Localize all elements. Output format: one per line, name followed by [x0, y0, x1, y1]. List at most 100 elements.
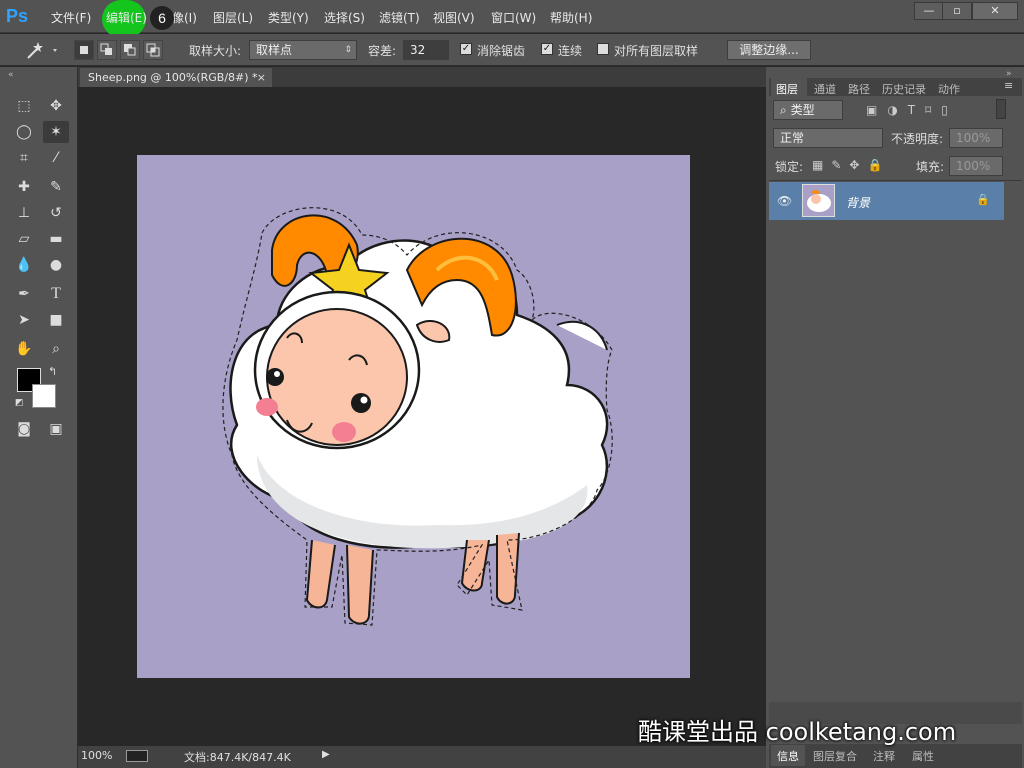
healing-brush-tool-icon[interactable]: ✚	[11, 176, 37, 198]
menu-view[interactable]: 视图(V)	[433, 9, 475, 26]
quick-mask-icon[interactable]: ◙	[11, 418, 37, 440]
filter-toggle-switch[interactable]	[996, 99, 1006, 119]
new-selection-button[interactable]	[74, 40, 94, 60]
tab-history[interactable]: 历史记录	[882, 81, 926, 97]
add-to-selection-button[interactable]	[97, 40, 117, 60]
layer-lock-icon: 🔒	[976, 193, 990, 206]
layer-filter-icons[interactable]: ▣◑T⌑▯	[866, 103, 958, 117]
bottom-panel-tab-strip	[769, 744, 1022, 768]
sample-size-value: 取样点	[256, 43, 293, 57]
clone-stamp-tool-icon[interactable]: ⊥	[11, 202, 37, 224]
visibility-eye-icon[interactable]: 👁	[777, 194, 792, 208]
magic-wand-tool-icon[interactable]: ✶	[43, 121, 69, 143]
layer-filter-value: 类型	[790, 103, 815, 117]
tab-channels[interactable]: 通道	[814, 81, 836, 97]
gradient-tool-icon[interactable]: ▬	[43, 228, 69, 250]
magic-wand-icon	[27, 42, 57, 59]
contiguous-checkbox[interactable]: ✓	[541, 43, 553, 55]
blur-tool-icon[interactable]: 💧	[11, 254, 37, 276]
brush-tool-icon[interactable]: ✎	[43, 176, 69, 198]
layer-name[interactable]: 背景	[846, 194, 870, 211]
tab-info[interactable]: 信息	[777, 748, 799, 764]
menu-layer[interactable]: 图层(L)	[213, 9, 253, 26]
zoom-level[interactable]: 100%	[81, 749, 112, 762]
rectangle-tool-icon[interactable]: ■	[43, 309, 69, 331]
menu-help[interactable]: 帮助(H)	[550, 9, 592, 26]
anti-alias-checkbox[interactable]: ✓	[460, 43, 472, 55]
crop-tool-icon[interactable]: ⌗	[11, 147, 37, 169]
swap-colors-icon[interactable]: ↰	[48, 365, 57, 378]
watermark-text: 酷课堂出品 coolketang.com	[638, 718, 957, 746]
magic-wand-tool-preset-picker[interactable]	[22, 38, 62, 62]
close-button[interactable]: ✕	[972, 2, 1018, 20]
status-menu-arrow-icon[interactable]: ▶	[322, 749, 330, 760]
document-size-info: 文档:847.4K/847.4K	[184, 751, 291, 764]
sheep-thumbnail-icon	[807, 190, 831, 212]
photoshop-logo: Ps	[6, 6, 29, 26]
tolerance-input[interactable]: 32	[403, 40, 449, 60]
dodge-tool-icon[interactable]: ●	[43, 254, 69, 276]
intersect-selection-button[interactable]	[143, 40, 163, 60]
path-selection-tool-icon[interactable]: ➤	[11, 309, 37, 331]
tab-actions[interactable]: 动作	[938, 81, 960, 97]
document-image[interactable]	[137, 155, 690, 678]
minimize-button[interactable]: —	[914, 2, 944, 20]
subtract-from-selection-button[interactable]	[120, 40, 140, 60]
tab-notes[interactable]: 注释	[873, 748, 895, 764]
eyedropper-tool-icon[interactable]: ⁄	[43, 147, 69, 169]
panel-divider	[769, 180, 1022, 181]
menu-window[interactable]: 窗口(W)	[491, 9, 536, 26]
sample-size-label: 取样大小:	[189, 44, 242, 58]
refine-edge-button[interactable]: 调整边缘...	[727, 40, 811, 60]
move-tool-icon[interactable]: ✥	[43, 95, 69, 117]
menu-edit[interactable]: 编辑(E)	[106, 9, 147, 26]
rectangular-marquee-tool-icon[interactable]: ⬚	[11, 95, 37, 117]
fill-input[interactable]: 100%	[949, 156, 1003, 176]
step-number-badge: 6	[150, 6, 174, 30]
status-info-icon[interactable]	[126, 750, 148, 762]
lock-options-icons[interactable]: ▦✎✥🔒	[812, 158, 890, 172]
tab-properties[interactable]: 属性	[912, 748, 934, 764]
anti-alias-label: 消除锯齿	[477, 44, 526, 58]
status-bar	[78, 746, 766, 768]
document-tab-title: Sheep.png @ 100%(RGB/8#) *	[88, 71, 258, 84]
collapse-panel-icon[interactable]: «	[8, 70, 14, 80]
tab-paths[interactable]: 路径	[848, 81, 870, 97]
eraser-tool-icon[interactable]: ▱	[11, 228, 37, 250]
updown-arrow-icon: ⇕	[344, 45, 352, 55]
default-colors-icon[interactable]: ◩	[15, 398, 24, 408]
panel-menu-icon[interactable]: ≡	[1004, 79, 1013, 92]
history-brush-tool-icon[interactable]: ↺	[43, 202, 69, 224]
sample-all-layers-label: 对所有图层取样	[614, 44, 699, 58]
tab-layer-comps[interactable]: 图层复合	[813, 748, 857, 764]
menu-file[interactable]: 文件(F)	[51, 9, 91, 26]
sheep-illustration	[222, 207, 613, 626]
tolerance-label: 容差:	[368, 44, 397, 58]
contiguous-label: 连续	[558, 44, 583, 58]
type-tool-icon[interactable]: T	[43, 283, 69, 305]
layer-thumbnail	[802, 184, 835, 217]
menu-select[interactable]: 选择(S)	[324, 9, 365, 26]
zoom-tool-icon[interactable]: ⌕	[43, 338, 69, 360]
tab-layers[interactable]: 图层	[776, 81, 798, 97]
screen-mode-icon[interactable]: ▣	[43, 418, 69, 440]
search-icon: ⌕	[780, 103, 787, 117]
maximize-button[interactable]: ▫	[942, 2, 972, 20]
document-tab[interactable]: Sheep.png @ 100%(RGB/8#) * ×	[80, 68, 272, 87]
layer-filter-select[interactable]: ⌕ 类型	[773, 100, 843, 120]
sample-size-select[interactable]: 取样点 ⇕	[249, 40, 357, 60]
blend-mode-select[interactable]: 正常	[773, 128, 883, 148]
blend-mode-value: 正常	[780, 131, 805, 145]
close-tab-icon[interactable]: ×	[257, 68, 266, 87]
lasso-tool-icon[interactable]: ◯	[11, 121, 37, 143]
opacity-input[interactable]: 100%	[949, 128, 1003, 148]
menu-filter[interactable]: 滤镜(T)	[379, 9, 420, 26]
menu-type[interactable]: 类型(Y)	[268, 9, 309, 26]
opacity-label: 不透明度:	[891, 132, 944, 146]
fill-label: 填充:	[916, 160, 945, 174]
lock-label: 锁定:	[775, 160, 804, 174]
hand-tool-icon[interactable]: ✋	[11, 338, 37, 360]
background-color-swatch[interactable]	[32, 384, 56, 408]
sample-all-layers-checkbox[interactable]	[597, 43, 609, 55]
pen-tool-icon[interactable]: ✒	[11, 283, 37, 305]
